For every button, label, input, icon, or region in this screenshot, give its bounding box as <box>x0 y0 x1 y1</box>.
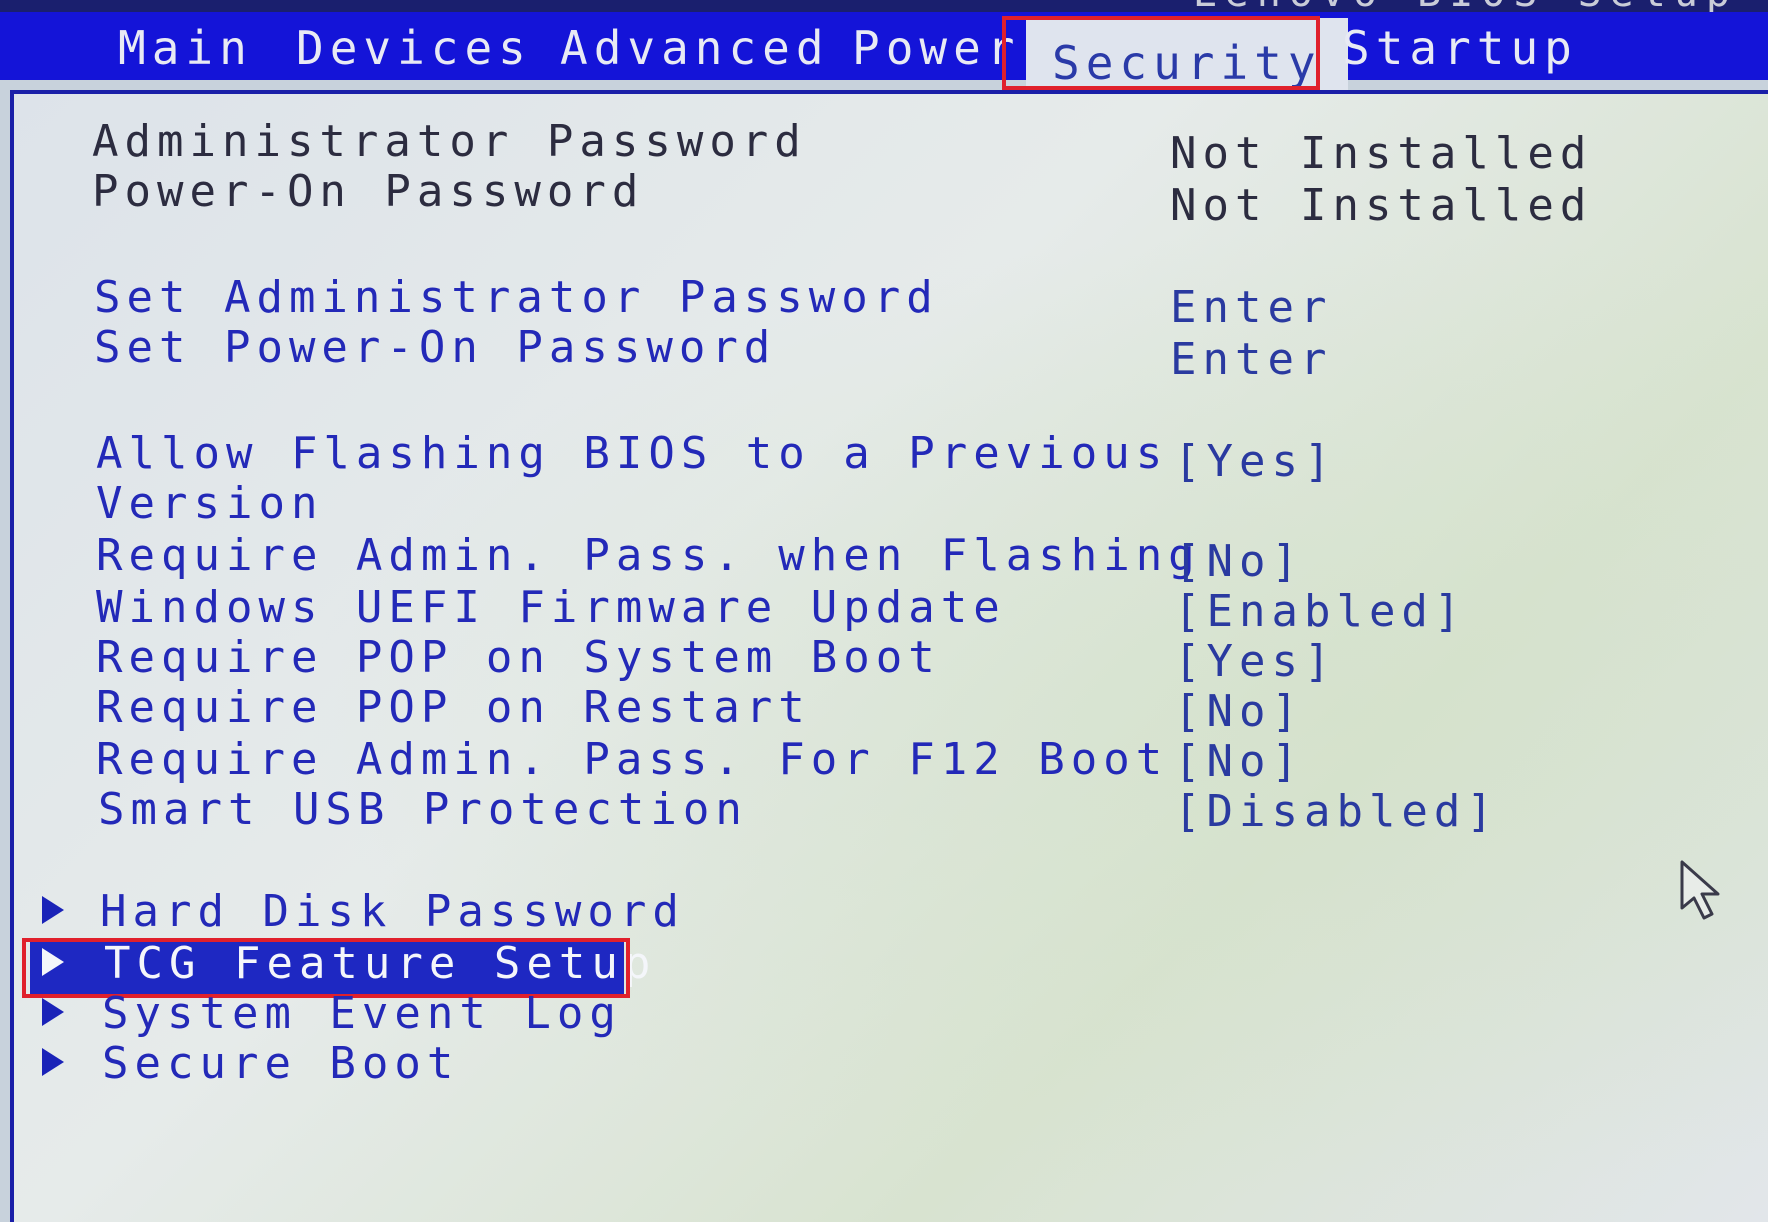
tab-devices[interactable]: Devices <box>296 12 532 84</box>
power-on-password-status-value: Not Installed <box>1170 180 1593 231</box>
tcg-feature-setup-arrow-icon <box>42 948 64 976</box>
require-pop-system-boot-value[interactable]: [Yes] <box>1174 636 1336 687</box>
admin-password-status-value: Not Installed <box>1170 128 1593 179</box>
require-pop-restart-option[interactable]: Require POP on Restart <box>96 682 811 733</box>
set-admin-password-value[interactable]: Enter <box>1170 282 1332 333</box>
require-admin-pass-flashing-option[interactable]: Require Admin. Pass. when Flashing <box>96 530 1201 581</box>
require-pop-system-boot-option[interactable]: Require POP on System Boot <box>96 632 941 683</box>
windows-uefi-firmware-update-value[interactable]: [Enabled] <box>1174 586 1466 637</box>
system-event-log-arrow-icon <box>42 998 64 1026</box>
tab-startup[interactable]: Startup <box>1342 12 1578 84</box>
smart-usb-protection-option[interactable]: Smart USB Protection <box>98 784 748 835</box>
submenu-system-event-log[interactable]: System Event Log <box>102 988 622 1039</box>
set-power-on-password-value[interactable]: Enter <box>1170 334 1332 385</box>
tab-main[interactable]: Main <box>118 12 253 84</box>
submenu-hard-disk-password[interactable]: Hard Disk Password <box>100 886 685 937</box>
allow-flashing-bios-value[interactable]: [Yes] <box>1174 436 1336 487</box>
set-admin-password-option[interactable]: Set Administrator Password <box>94 272 939 323</box>
require-admin-pass-flashing-value[interactable]: [No] <box>1174 536 1304 587</box>
secure-boot-arrow-icon <box>42 1048 64 1076</box>
smart-usb-protection-value[interactable]: [Disabled] <box>1174 786 1499 837</box>
tab-advanced[interactable]: Advanced <box>560 12 830 84</box>
require-pop-restart-value[interactable]: [No] <box>1174 686 1304 737</box>
submenu-secure-boot[interactable]: Secure Boot <box>102 1038 459 1089</box>
submenu-tcg-feature-setup[interactable]: TCG Feature Setup <box>104 938 656 989</box>
hard-disk-password-arrow-icon <box>42 896 64 924</box>
menu-bar: Main Devices Advanced Power Security Sta… <box>0 12 1768 108</box>
require-admin-pass-f12-value[interactable]: [No] <box>1174 736 1304 787</box>
admin-password-status-label: Administrator Password <box>92 116 807 167</box>
tab-power[interactable]: Power <box>852 12 1020 84</box>
allow-flashing-bios-option[interactable]: Allow Flashing BIOS to a Previous <box>96 428 1168 479</box>
set-power-on-password-option[interactable]: Set Power-On Password <box>94 322 776 373</box>
mouse-pointer-icon <box>1680 860 1720 920</box>
power-on-password-status-label: Power-On Password <box>92 166 645 217</box>
windows-uefi-firmware-update-option[interactable]: Windows UEFI Firmware Update <box>96 582 1006 633</box>
allow-flashing-bios-option-line2[interactable]: Version <box>96 478 323 529</box>
require-admin-pass-f12-option[interactable]: Require Admin. Pass. For F12 Boot <box>96 734 1168 785</box>
